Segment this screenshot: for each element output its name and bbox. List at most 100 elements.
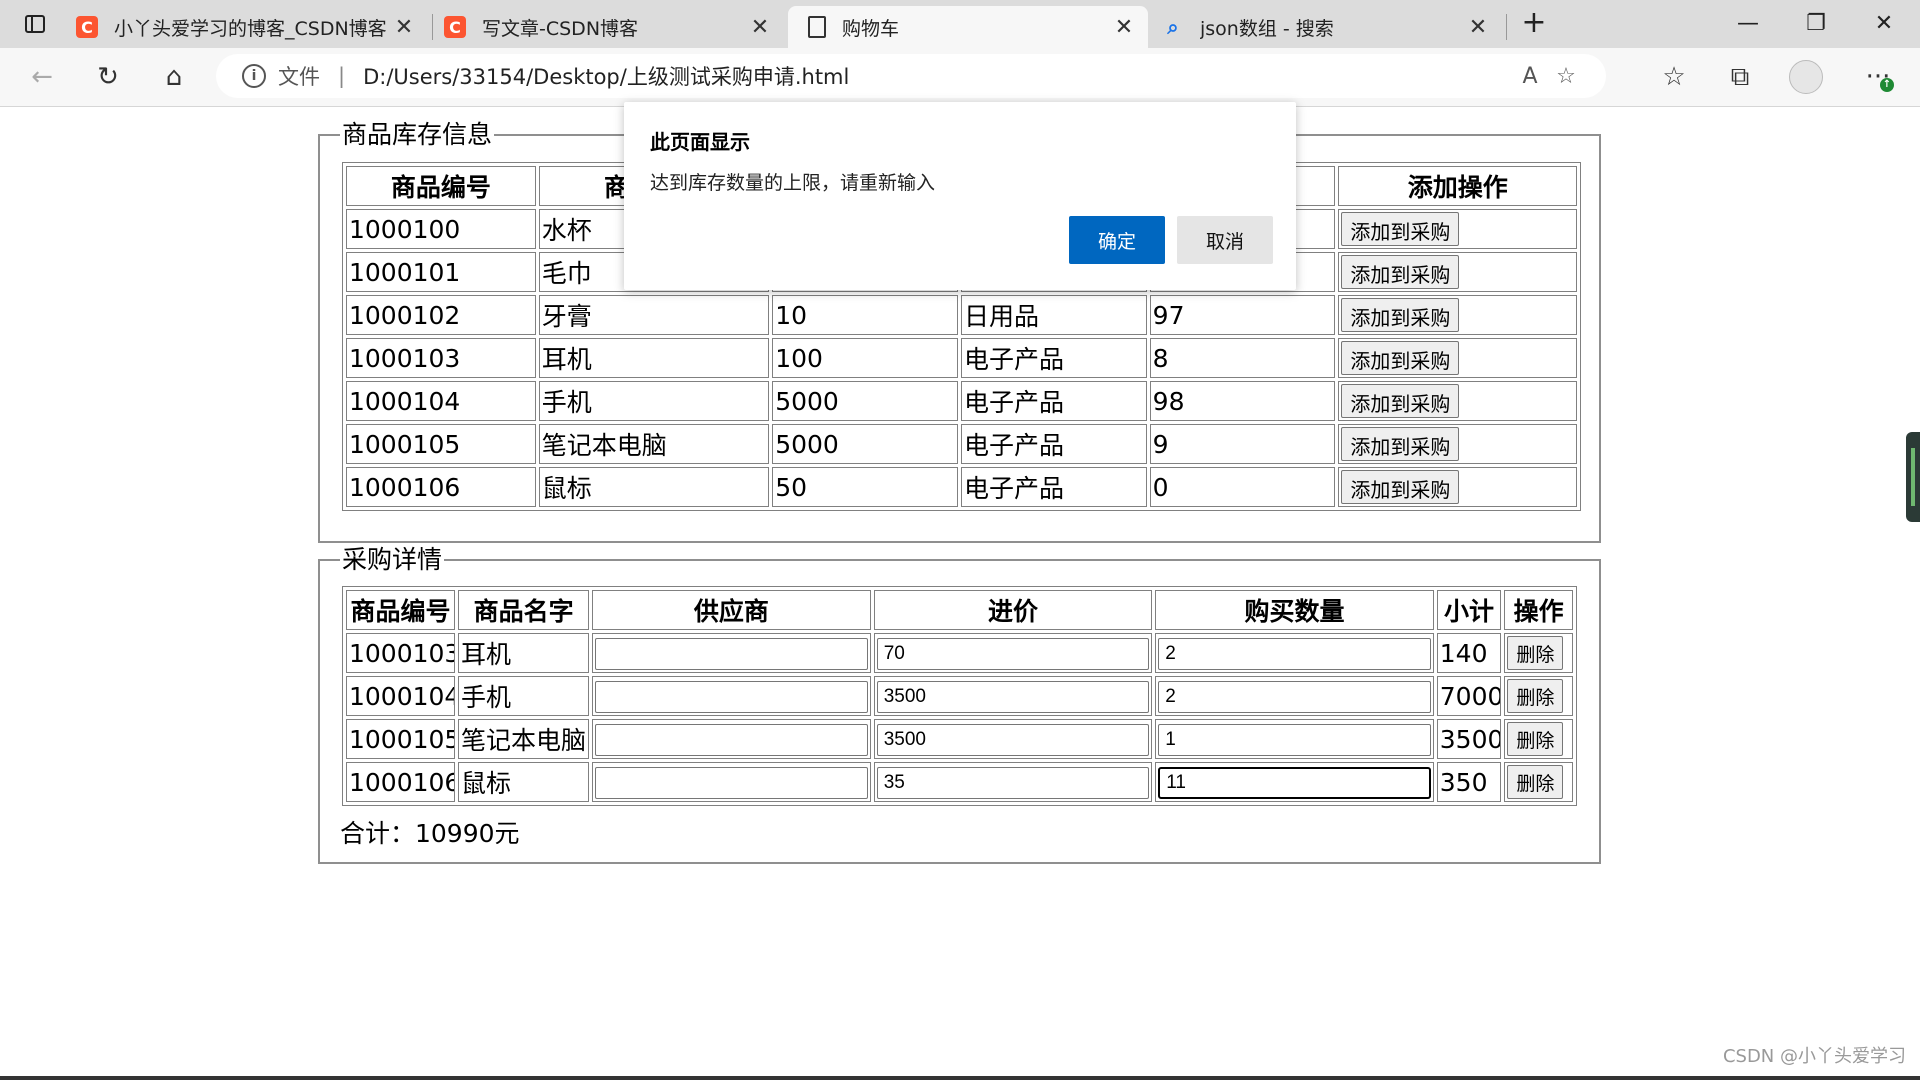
table-row: 1000103耳机 140删除 bbox=[346, 633, 1573, 673]
cell-subtotal: 350 bbox=[1436, 762, 1502, 802]
tab-divider bbox=[1506, 14, 1507, 40]
tab-json-search[interactable]: ⌕ json数组 - 搜索 ✕ bbox=[1162, 6, 1502, 48]
price-input[interactable] bbox=[876, 638, 1150, 670]
close-tab-icon[interactable]: ✕ bbox=[748, 15, 772, 40]
window-close-button[interactable]: ✕ bbox=[1864, 8, 1904, 40]
cell-name: 笔记本电脑 bbox=[457, 719, 590, 759]
update-available-icon: ↑ bbox=[1880, 78, 1894, 92]
cell-id: 1000101 bbox=[346, 252, 536, 292]
refresh-button[interactable]: ↻ bbox=[90, 60, 126, 94]
add-to-purchase-button[interactable]: 添加到采购 bbox=[1341, 298, 1460, 332]
cell-supplier bbox=[592, 719, 871, 759]
favorites-icon[interactable]: ☆ bbox=[1656, 60, 1692, 94]
table-row: 1000105 笔记本电脑 5000 电子产品 9 添加到采购 bbox=[346, 424, 1577, 464]
cell-price: 5000 bbox=[772, 424, 958, 464]
add-to-purchase-button[interactable]: 添加到采购 bbox=[1341, 427, 1460, 461]
close-tab-icon[interactable]: ✕ bbox=[1466, 15, 1490, 40]
tab-csdn-write[interactable]: C 写文章-CSDN博客 ✕ bbox=[444, 6, 784, 48]
tab-actions-button[interactable] bbox=[18, 10, 52, 38]
cell-price bbox=[873, 676, 1153, 716]
cell-name: 手机 bbox=[538, 381, 770, 421]
quantity-input[interactable] bbox=[1158, 681, 1431, 713]
document-icon bbox=[808, 16, 826, 38]
address-divider: | bbox=[338, 64, 346, 88]
cell-name: 手机 bbox=[457, 676, 590, 716]
cell-price bbox=[873, 719, 1153, 759]
cell-name: 鼠标 bbox=[457, 762, 590, 802]
csdn-icon: C bbox=[76, 16, 98, 38]
cell-name: 耳机 bbox=[538, 338, 770, 378]
delete-button[interactable]: 删除 bbox=[1507, 765, 1564, 799]
delete-button[interactable]: 删除 bbox=[1507, 679, 1564, 713]
cell-stock: 0 bbox=[1149, 467, 1336, 507]
read-aloud-icon[interactable]: A bbox=[1512, 64, 1548, 89]
close-tab-icon[interactable]: ✕ bbox=[1112, 15, 1136, 40]
cell-operation: 删除 bbox=[1504, 633, 1573, 673]
close-tab-icon[interactable]: ✕ bbox=[392, 15, 416, 40]
delete-button[interactable]: 删除 bbox=[1507, 636, 1564, 670]
cell-supplier bbox=[592, 676, 871, 716]
cell-action: 添加到采购 bbox=[1338, 209, 1577, 249]
add-to-purchase-button[interactable]: 添加到采购 bbox=[1341, 470, 1460, 504]
add-to-purchase-button[interactable]: 添加到采购 bbox=[1341, 341, 1460, 375]
cell-id: 1000104 bbox=[346, 676, 455, 716]
side-panel-handle[interactable] bbox=[1906, 432, 1920, 522]
price-input[interactable] bbox=[876, 767, 1150, 799]
minimize-button[interactable]: — bbox=[1728, 8, 1768, 40]
home-button[interactable]: ⌂ bbox=[156, 60, 192, 94]
tab-csdn-blog[interactable]: C 小丫头爱学习的博客_CSDN博客 ✕ bbox=[76, 6, 428, 48]
cell-action: 添加到采购 bbox=[1338, 252, 1577, 292]
cell-category: 日用品 bbox=[960, 295, 1147, 335]
col-header-id: 商品编号 bbox=[346, 166, 536, 206]
price-input[interactable] bbox=[876, 724, 1150, 756]
supplier-input[interactable] bbox=[595, 638, 868, 670]
add-to-purchase-button[interactable]: 添加到采购 bbox=[1341, 384, 1460, 418]
cell-id: 1000106 bbox=[346, 762, 455, 802]
total-amount: 合计：10990元 bbox=[340, 819, 520, 848]
supplier-input[interactable] bbox=[595, 724, 868, 756]
watermark: CSDN @小丫头爱学习 bbox=[1722, 1046, 1906, 1067]
more-menu-button[interactable]: ··· ↑ bbox=[1860, 60, 1896, 94]
supplier-input[interactable] bbox=[595, 767, 868, 799]
add-favorite-icon[interactable]: ☆ bbox=[1548, 64, 1584, 89]
address-url[interactable]: D:/Users/33154/Desktop/上级测试采购申请.html bbox=[363, 61, 1512, 91]
quantity-input[interactable] bbox=[1158, 767, 1431, 799]
profile-button[interactable] bbox=[1788, 60, 1824, 94]
cell-id: 1000106 bbox=[346, 467, 536, 507]
purchase-legend: 采购详情 bbox=[342, 545, 443, 574]
restore-button[interactable]: ❐ bbox=[1796, 8, 1836, 40]
cell-price: 5000 bbox=[772, 381, 958, 421]
cell-qty bbox=[1155, 676, 1434, 716]
cell-stock: 98 bbox=[1149, 381, 1336, 421]
tab-actions-icon bbox=[25, 15, 45, 33]
cell-name: 牙膏 bbox=[538, 295, 770, 335]
table-row: 1000106鼠标 350删除 bbox=[346, 762, 1573, 802]
address-bar[interactable]: i 文件 | D:/Users/33154/Desktop/上级测试采购申请.h… bbox=[216, 54, 1606, 98]
col-header-subtotal: 小计 bbox=[1436, 590, 1502, 630]
cell-qty bbox=[1155, 633, 1434, 673]
cell-price: 50 bbox=[772, 467, 958, 507]
cell-category: 电子产品 bbox=[960, 424, 1147, 464]
collections-icon[interactable]: ⧉ bbox=[1722, 60, 1758, 94]
cell-id: 1000102 bbox=[346, 295, 536, 335]
cell-subtotal: 3500 bbox=[1436, 719, 1502, 759]
add-to-purchase-button[interactable]: 添加到采购 bbox=[1341, 212, 1460, 246]
delete-button[interactable]: 删除 bbox=[1507, 722, 1564, 756]
quantity-input[interactable] bbox=[1158, 638, 1431, 670]
col-header-price: 进价 bbox=[873, 590, 1153, 630]
add-to-purchase-button[interactable]: 添加到采购 bbox=[1341, 255, 1460, 289]
cancel-button[interactable]: 取消 bbox=[1177, 216, 1273, 264]
cell-price bbox=[873, 633, 1153, 673]
confirm-button[interactable]: 确定 bbox=[1069, 216, 1165, 264]
quantity-input[interactable] bbox=[1158, 724, 1431, 756]
supplier-input[interactable] bbox=[595, 681, 868, 713]
cell-name: 耳机 bbox=[457, 633, 590, 673]
tab-title: 写文章-CSDN博客 bbox=[482, 17, 639, 40]
cell-qty bbox=[1155, 762, 1434, 802]
price-input[interactable] bbox=[876, 681, 1150, 713]
cell-name: 笔记本电脑 bbox=[538, 424, 770, 464]
back-button[interactable]: ← bbox=[24, 60, 60, 94]
new-tab-button[interactable]: + bbox=[1516, 8, 1552, 40]
tab-shopping-cart[interactable]: 购物车 ✕ bbox=[788, 6, 1148, 48]
info-icon[interactable]: i bbox=[242, 64, 266, 88]
